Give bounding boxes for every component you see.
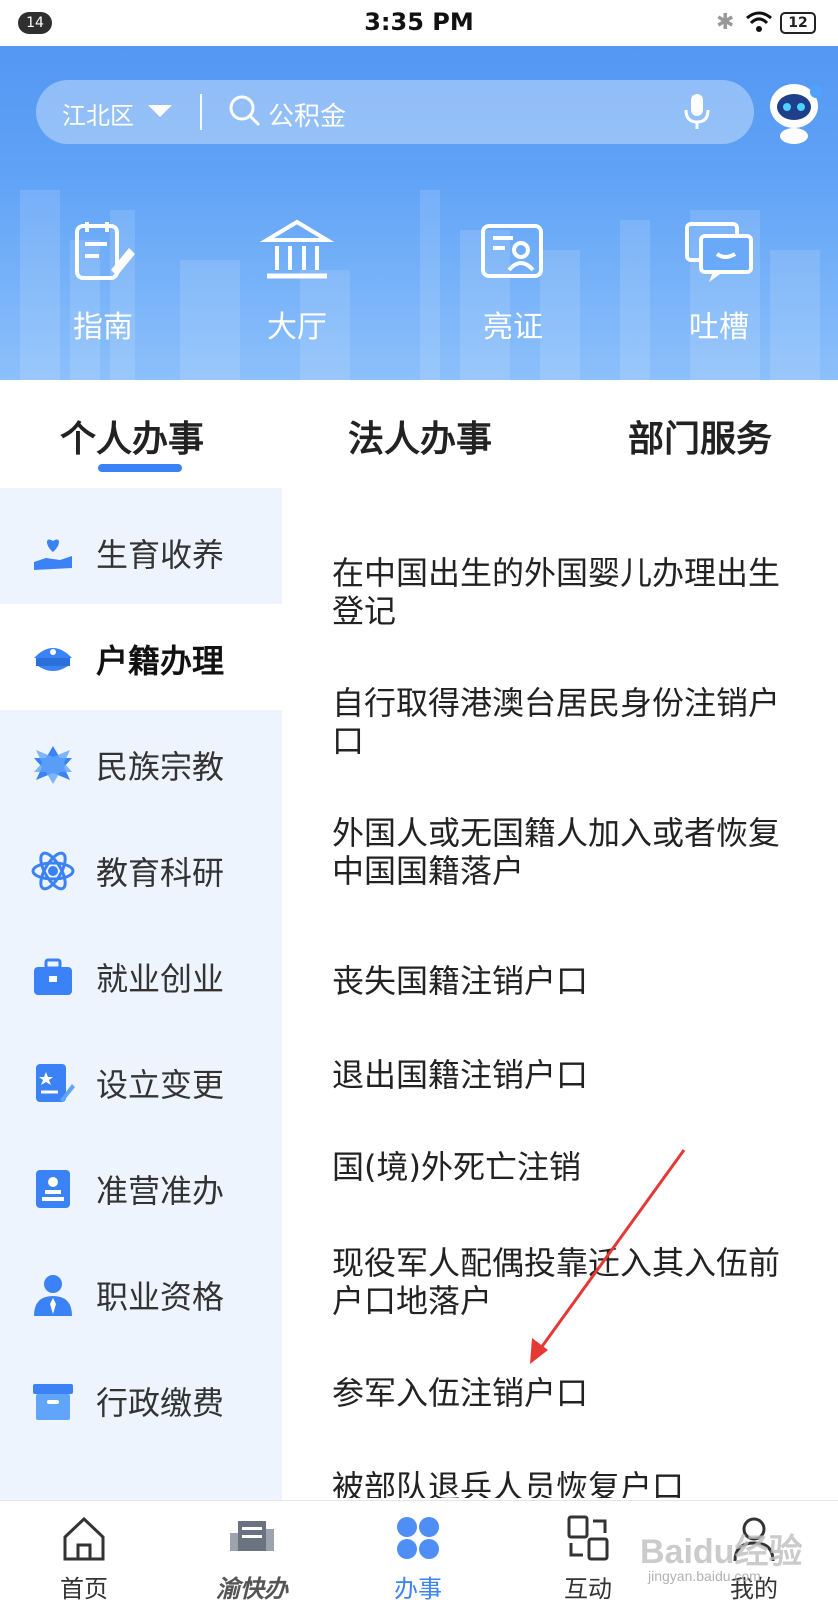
sidebar-item-establish-change[interactable]: 设立变更 <box>0 1028 282 1134</box>
sidebar-item-label: 准营准办 <box>96 1172 225 1210</box>
sidebar-item-household-registration[interactable]: 户籍办理 <box>0 604 282 710</box>
sidebar-item-label: 生育收养 <box>96 536 225 574</box>
bluetooth-icon: ✱ <box>716 10 735 35</box>
chevron-down-icon[interactable] <box>148 105 172 117</box>
service-item-line: 在中国出生的外国婴儿办理出生 <box>332 554 781 592</box>
service-item[interactable]: 在中国出生的外国婴儿办理出生 登记 <box>332 554 812 630</box>
microphone-icon[interactable] <box>682 92 712 132</box>
nav-label: 渝快办 <box>216 1575 288 1603</box>
service-item-line: 退出国籍注销户口 <box>332 1056 589 1094</box>
search-divider <box>200 94 202 130</box>
sidebar-item-label: 户籍办理 <box>96 642 225 680</box>
archive-box-icon <box>33 1384 73 1420</box>
quick-action-label: 指南 <box>73 310 133 345</box>
service-item[interactable]: 被部队退兵人员恢复户口 <box>332 1468 812 1498</box>
sidebar-item-ethnic-religion[interactable]: 民族宗教 <box>0 710 282 816</box>
atom-icon <box>31 851 75 891</box>
battery-icon: 12 <box>780 12 816 34</box>
nav-services[interactable]: 办事 <box>358 1511 478 1604</box>
star-icon <box>34 746 72 784</box>
sidebar-item-employment[interactable]: 就业创业 <box>0 922 282 1028</box>
yukuaiban-logo-icon <box>230 1521 274 1551</box>
grid-dots-icon <box>397 1517 439 1559</box>
quick-action-hall[interactable]: 大厅 <box>222 212 372 346</box>
tab-personal[interactable]: 个人办事 <box>60 410 204 462</box>
service-item[interactable]: 现役军人配偶投靠迁入其入伍前 户口地落户 <box>332 1244 812 1320</box>
feedback-chat-icon <box>685 222 753 282</box>
service-item-military-enlistment[interactable]: 参军入伍注销户口 <box>332 1374 812 1412</box>
search-bar[interactable]: 江北区 公积金 <box>36 80 754 144</box>
nav-label: 办事 <box>394 1575 442 1603</box>
service-item[interactable]: 丧失国籍注销户口 <box>332 962 812 1000</box>
district-selector[interactable]: 江北区 <box>62 96 134 131</box>
hall-icon <box>259 219 335 279</box>
sidebar-item-label: 职业资格 <box>96 1278 225 1316</box>
sidebar-item-label: 民族宗教 <box>96 748 225 786</box>
sidebar-item-birth-adoption[interactable]: 生育收养 <box>0 498 282 604</box>
service-item[interactable]: 自行取得港澳台居民身份注销户 口 <box>332 684 812 760</box>
heart-hand-icon <box>34 539 72 570</box>
tab-corporate[interactable]: 法人办事 <box>348 410 492 462</box>
assistant-robot-avatar[interactable] <box>764 80 824 144</box>
service-item-line: 自行取得港澳台居民身份注销户 <box>332 684 781 722</box>
wifi-icon <box>746 11 772 32</box>
category-sidebar: 生育收养 户籍办理 民族宗教 教育科研 就业创业 设立变更 准营准办 职业资格 … <box>0 488 282 1500</box>
quick-action-show-id[interactable]: 亮证 <box>438 212 588 346</box>
home-icon <box>63 1516 105 1561</box>
sidebar-item-administrative-fees[interactable]: 行政缴费 <box>0 1346 282 1452</box>
police-cap-icon <box>34 648 72 671</box>
nav-label: 互动 <box>564 1575 612 1603</box>
tab-department[interactable]: 部门服务 <box>628 410 772 462</box>
baidu-watermark-url: jingyan.baidu.com <box>648 1568 761 1584</box>
service-item[interactable]: 国(境)外死亡注销 <box>332 1148 812 1186</box>
guide-icon <box>75 222 135 280</box>
service-item-line: 国(境)外死亡注销 <box>332 1148 581 1186</box>
sidebar-item-label: 行政缴费 <box>96 1384 225 1422</box>
service-item-line: 户口地落户 <box>332 1282 493 1320</box>
service-item-line: 外国人或无国籍人加入或者恢复 <box>332 814 781 852</box>
nav-home[interactable]: 首页 <box>24 1511 144 1604</box>
service-item-line: 参军入伍注销户口 <box>332 1374 589 1412</box>
active-tab-indicator <box>98 464 182 472</box>
sidebar-item-label: 就业创业 <box>96 960 225 998</box>
status-bar: 14 3:35 PM ✱ 12 <box>0 0 838 46</box>
status-time: 3:35 PM <box>364 8 474 36</box>
service-item[interactable]: 外国人或无国籍人加入或者恢复 中国国籍落户 <box>332 814 812 890</box>
stamp-icon <box>36 1170 70 1208</box>
quick-action-feedback[interactable]: 吐槽 <box>644 212 794 346</box>
quick-action-guide[interactable]: 指南 <box>28 212 178 346</box>
id-card-icon <box>481 224 543 278</box>
service-item-line: 口 <box>332 722 365 760</box>
sidebar-item-education-research[interactable]: 教育科研 <box>0 816 282 922</box>
person-tie-icon <box>34 1275 72 1316</box>
nav-yukuaiban[interactable]: 渝快办 <box>192 1511 312 1604</box>
service-item-line: 登记 <box>332 592 397 630</box>
sidebar-item-label: 教育科研 <box>96 854 225 892</box>
category-tabs: 个人办事 法人办事 部门服务 <box>0 380 838 488</box>
document-edit-icon <box>36 1064 75 1102</box>
quick-action-label: 大厅 <box>267 310 327 345</box>
exchange-icon <box>567 1515 609 1561</box>
briefcase-icon <box>34 958 72 995</box>
nav-label: 首页 <box>60 1575 108 1603</box>
service-item-line: 现役军人配偶投靠迁入其入伍前 <box>332 1244 781 1282</box>
quick-action-label: 亮证 <box>483 310 543 345</box>
quick-action-label: 吐槽 <box>689 310 749 345</box>
service-item[interactable]: 退出国籍注销户口 <box>332 1056 812 1094</box>
service-item-line: 丧失国籍注销户口 <box>332 962 589 1000</box>
sidebar-item-professional-qualification[interactable]: 职业资格 <box>0 1240 282 1346</box>
service-item-line: 被部队退兵人员恢复户口 <box>332 1468 685 1498</box>
nav-interaction[interactable]: 互动 <box>528 1511 648 1604</box>
service-list-panel <box>282 510 838 1500</box>
sidebar-item-label: 设立变更 <box>96 1066 225 1104</box>
service-item-line: 中国国籍落户 <box>332 852 525 890</box>
sidebar-item-operating-permits[interactable]: 准营准办 <box>0 1134 282 1240</box>
baidu-watermark: Baidu经验 <box>640 1533 803 1571</box>
search-icon <box>229 95 261 127</box>
search-input[interactable]: 公积金 <box>268 96 346 133</box>
